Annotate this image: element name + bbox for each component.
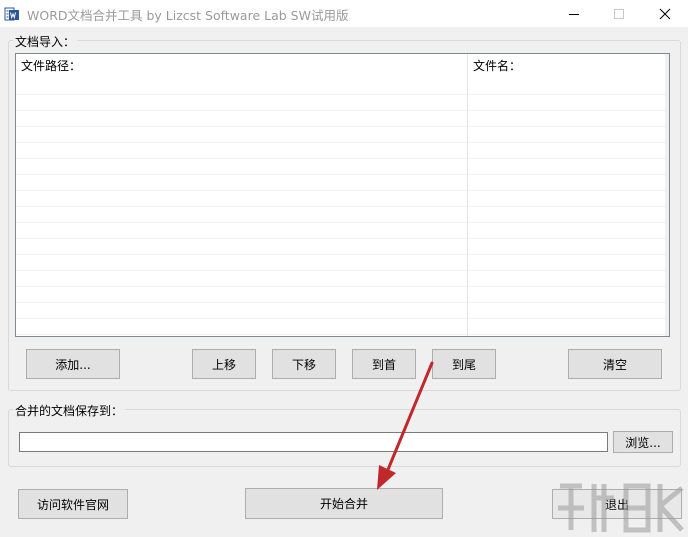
window-title: WORD文档合并工具 by Lizcst Software Lab SW试用版 bbox=[27, 8, 349, 23]
minimize-icon bbox=[569, 13, 579, 15]
row-separator bbox=[16, 238, 667, 239]
visit-website-button[interactable]: 访问软件官网 bbox=[18, 489, 128, 519]
watermark-logo bbox=[558, 483, 684, 533]
start-merge-button[interactable]: 开始合并 bbox=[245, 488, 443, 519]
maximize-button[interactable] bbox=[596, 0, 642, 27]
maximize-icon bbox=[614, 8, 624, 19]
app-icon bbox=[4, 6, 20, 22]
save-group-label: 合并的文档保存到： bbox=[13, 402, 126, 419]
move-to-bottom-button[interactable]: 到尾 bbox=[432, 349, 496, 379]
close-icon bbox=[659, 8, 671, 19]
save-path-input[interactable] bbox=[19, 432, 608, 452]
column-header-filename[interactable]: 文件名： bbox=[468, 54, 668, 78]
move-down-button[interactable]: 下移 bbox=[272, 349, 336, 379]
title-bar: WORD文档合并工具 by Lizcst Software Lab SW试用版 bbox=[0, 0, 688, 27]
row-separator bbox=[16, 222, 667, 223]
row-separator bbox=[16, 318, 667, 319]
row-separator bbox=[16, 190, 667, 191]
row-separator bbox=[16, 126, 667, 127]
row-separator bbox=[16, 286, 667, 287]
close-button[interactable] bbox=[642, 0, 688, 27]
move-up-button[interactable]: 上移 bbox=[192, 349, 256, 379]
move-to-top-button[interactable]: 到首 bbox=[352, 349, 416, 379]
row-separator bbox=[16, 334, 667, 335]
file-list[interactable]: 文件路径： 文件名： bbox=[15, 53, 670, 337]
add-button[interactable]: 添加... bbox=[26, 349, 120, 379]
row-separator bbox=[16, 110, 667, 111]
row-separator bbox=[16, 174, 667, 175]
row-separator bbox=[16, 206, 667, 207]
row-separator bbox=[16, 142, 667, 143]
browse-button[interactable]: 浏览... bbox=[613, 431, 673, 453]
column-header-path[interactable]: 文件路径： bbox=[16, 54, 467, 78]
row-separator bbox=[16, 270, 667, 271]
column-separator bbox=[467, 54, 468, 336]
row-separator bbox=[16, 254, 667, 255]
import-group-label: 文档导入： bbox=[13, 33, 78, 50]
list-scroll-edge[interactable] bbox=[665, 54, 669, 336]
row-separator bbox=[16, 158, 667, 159]
minimize-button[interactable] bbox=[551, 0, 597, 27]
clear-button[interactable]: 清空 bbox=[568, 349, 662, 379]
row-separator bbox=[16, 94, 667, 95]
row-separator bbox=[16, 302, 667, 303]
